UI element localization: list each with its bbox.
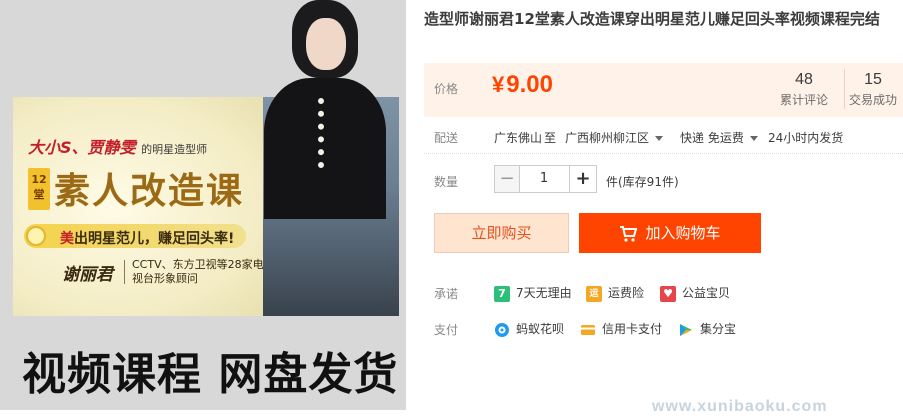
promise-label: 承诺 [434, 287, 459, 301]
badge-number: 12 [31, 173, 47, 186]
product-title: 造型师谢丽君12堂素人改造课穿出明星范儿赚足回头率视频课程完结 [424, 10, 880, 28]
quantity-decrease-button[interactable]: − [494, 165, 520, 193]
promise-item-seven-day[interactable]: 7 7天无理由 [494, 284, 572, 302]
payment-item-jifenbao[interactable]: 集分宝 [678, 320, 736, 338]
badge-unit: 堂 [33, 188, 45, 201]
banner-lesson-badge: 12 堂 [28, 168, 50, 210]
payment-item-ant-credit[interactable]: 蚂蚁花呗 [494, 320, 564, 338]
charity-icon: ♥ [660, 285, 676, 302]
quantity-label: 数量 [434, 175, 459, 189]
model-face [306, 18, 346, 70]
price-value: ¥9.00 [492, 71, 553, 99]
watermark: www.xunibaoku.com [652, 398, 828, 415]
ship-to-word: 至 [544, 131, 557, 145]
currency-symbol: ¥ [492, 72, 505, 97]
payment-item-credit-card[interactable]: 信用卡支付 [580, 320, 662, 338]
trade-count: 15 [864, 71, 882, 88]
buy-now-button[interactable]: 立即购买 [434, 213, 569, 253]
banner-headline: 素人改造课 [54, 170, 245, 212]
payment-text: 蚂蚁花呗 [516, 322, 565, 336]
review-count: 48 [795, 71, 813, 88]
trade-label: 交易成功 [848, 93, 897, 107]
image-caption: 视频课程 网盘发货 [22, 349, 399, 400]
shipping-label: 配送 [434, 131, 459, 145]
chevron-down-icon [749, 136, 758, 141]
jifenbao-icon [680, 323, 692, 336]
stock-text: 件(库存91件) [606, 175, 679, 189]
banner-tagline-main: 大小S、贾静雯 [28, 138, 136, 157]
ship-method-select[interactable]: 快递 免运费 [680, 129, 758, 146]
divider [424, 153, 903, 154]
payment-text: 信用卡支付 [602, 322, 663, 336]
quantity-increase-button[interactable]: + [569, 165, 597, 193]
add-to-cart-button[interactable]: 加入购物车 [579, 213, 761, 253]
add-to-cart-label: 加入购物车 [645, 224, 721, 242]
ship-destination: 广西柳州柳江区 [565, 131, 650, 145]
pill-highlight: 美 [60, 231, 74, 247]
quantity-input[interactable]: 1 [519, 165, 569, 193]
promise-item-charity[interactable]: ♥ 公益宝贝 [660, 284, 730, 302]
banner-credentials: CCTV、东方卫视等28家电视台形象顾问 [132, 258, 264, 285]
ship-method: 快递 免运费 [680, 131, 744, 145]
promise-item-shipping-insurance[interactable]: 运运费险 [586, 284, 644, 302]
price-label: 价格 [434, 82, 459, 96]
review-stat[interactable]: 48 累计评论 [774, 71, 834, 108]
banner-pill-text: 美出明星范儿，赚足回头率! [60, 228, 234, 248]
banner-divider [124, 260, 125, 284]
shipping-insurance-icon: 运 [586, 285, 602, 302]
banner-tagline-small: 的明星造型师 [141, 143, 208, 156]
banner-stylist-name: 谢丽君 [62, 265, 113, 285]
ship-destination-select[interactable]: 广西柳州柳江区 [565, 129, 664, 146]
price-panel: 价格 ¥9.00 48 累计评论 15 交易成功 [424, 63, 903, 117]
ship-eta: 24小时内发货 [768, 131, 844, 145]
cart-icon [620, 225, 638, 242]
chevron-down-icon [655, 136, 664, 141]
payment-label: 支付 [434, 323, 459, 337]
price-amount: 9.00 [506, 71, 553, 98]
promise-text: 7天无理由 [516, 286, 572, 300]
banner-pill-dot [26, 226, 46, 246]
seven-day-icon: 7 [494, 285, 510, 302]
promise-text: 公益宝贝 [682, 286, 731, 300]
review-label: 累计评论 [779, 93, 828, 107]
ship-from: 广东佛山 [494, 131, 543, 145]
ant-credit-icon [495, 322, 509, 337]
payment-text: 集分宝 [700, 322, 737, 336]
banner-tagline: 大小S、贾静雯 的明星造型师 [28, 134, 207, 158]
credit-card-icon [581, 324, 595, 335]
pill-text: 出明星范儿，赚足回头率! [74, 231, 235, 247]
promise-text: 运费险 [608, 286, 645, 300]
trade-stat[interactable]: 15 交易成功 [844, 71, 902, 108]
